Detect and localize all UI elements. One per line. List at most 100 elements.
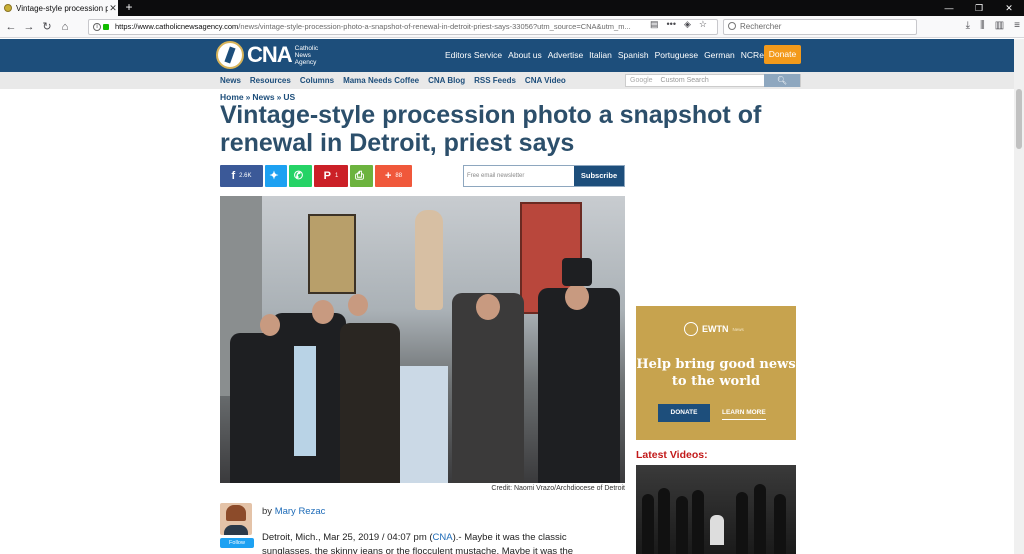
facebook-share-button[interactable]: f 2.6K <box>220 165 263 187</box>
secnav-cna-blog[interactable]: CNA Blog <box>428 76 465 85</box>
ewtn-logo: EWTN News <box>684 322 744 336</box>
url-bar[interactable]: i https://www.catholicnewsagency.com/new… <box>88 19 718 35</box>
logo-subtitle: Catholic News Agency <box>294 44 319 66</box>
facebook-icon: f <box>231 170 236 182</box>
more-share-count: 88 <box>395 173 403 179</box>
new-tab-icon[interactable]: + <box>122 0 136 16</box>
site-search-button[interactable]: 🔍︎ <box>764 74 800 87</box>
tab-bar: Vintage-style procession photo ✕ + — ❐ ✕ <box>0 0 1024 16</box>
sidebar-icon[interactable]: ▥ <box>995 20 1004 31</box>
navigation-bar: ← → ↻ ⌂ i https://www.catholicnewsagency… <box>0 16 1024 38</box>
site-info-icon[interactable]: i <box>93 23 101 31</box>
dateline: Detroit, Mich., Mar 25, 2019 / 04:07 pm … <box>262 532 433 543</box>
reload-icon[interactable]: ↻ <box>40 20 54 34</box>
site-header: CNA Catholic News Agency Editors Service… <box>0 39 1014 72</box>
nav-italian[interactable]: Italian <box>589 50 612 60</box>
reader-view-icon[interactable]: ▤ <box>650 19 659 30</box>
forward-icon[interactable]: → <box>22 20 36 34</box>
top-nav: Editors Service About us Advertise Itali… <box>445 50 785 60</box>
menu-icon[interactable]: ≡ <box>1014 20 1020 31</box>
twitter-follow-button[interactable]: Follow <box>220 538 254 548</box>
site-favicon-icon <box>4 4 12 12</box>
ewtn-logo-icon <box>684 322 698 336</box>
secnav-mama-needs-coffee[interactable]: Mama Needs Coffee <box>343 76 419 85</box>
section-nav: News Resources Columns Mama Needs Coffee… <box>0 72 1014 89</box>
bookmark-star-icon[interactable]: ☆ <box>699 19 707 30</box>
browser-tab[interactable]: Vintage-style procession photo ✕ <box>0 0 118 16</box>
url-actions: ▤ ••• ◈ ☆ <box>650 19 707 30</box>
secnav-news[interactable]: News <box>220 76 241 85</box>
cna-link[interactable]: CNA <box>433 532 453 543</box>
print-icon: ⎙ <box>355 170 364 182</box>
pinterest-share-button[interactable]: P1 <box>314 165 348 187</box>
ad-donate-button[interactable]: DONATE <box>658 404 710 422</box>
whatsapp-icon: ✆ <box>293 170 304 182</box>
nav-about-us[interactable]: About us <box>508 50 542 60</box>
browser-search-placeholder: Rechercher <box>740 22 782 31</box>
google-label: Google <box>630 77 653 84</box>
ad-brand-tag: News <box>732 326 744 332</box>
nav-german[interactable]: German <box>704 50 735 60</box>
facebook-count: 2.6K <box>239 173 252 179</box>
back-icon[interactable]: ← <box>4 20 18 34</box>
donate-button[interactable]: Donate <box>764 45 801 64</box>
author-link[interactable]: Mary Rezac <box>275 506 326 517</box>
nav-editors-service[interactable]: Editors Service <box>445 50 502 60</box>
library-icon[interactable]: ⫼ <box>980 20 985 31</box>
cna-logo-icon <box>216 41 244 69</box>
site-search-input[interactable]: Google Custom Search 🔍︎ <box>625 74 801 87</box>
video-thumbnail[interactable] <box>636 465 796 554</box>
nav-portuguese[interactable]: Portuguese <box>655 50 698 60</box>
print-button[interactable]: ⎙ <box>350 165 373 187</box>
plus-icon: + <box>384 170 392 182</box>
secnav-rss-feeds[interactable]: RSS Feeds <box>474 76 516 85</box>
search-icon <box>728 22 736 30</box>
share-bar: f 2.6K ✦ ✆ P1 ⎙ +88 <box>220 165 412 187</box>
nav-spanish[interactable]: Spanish <box>618 50 649 60</box>
newsletter-form: Free email newsletter Subscribe <box>463 165 625 187</box>
pocket-icon[interactable]: ◈ <box>684 19 691 30</box>
article-photo <box>220 196 625 483</box>
home-icon[interactable]: ⌂ <box>58 20 72 34</box>
article-body: Detroit, Mich., Mar 25, 2019 / 04:07 pm … <box>262 531 602 554</box>
ewtn-ad[interactable]: EWTN News Help bring good news to the wo… <box>636 306 796 440</box>
browser-search-input[interactable]: Rechercher <box>723 19 917 35</box>
whatsapp-share-button[interactable]: ✆ <box>289 165 312 187</box>
pinterest-count: 1 <box>335 173 339 179</box>
close-window-icon[interactable]: ✕ <box>994 0 1024 16</box>
byline-by: by <box>262 506 273 517</box>
author-avatar[interactable] <box>220 503 252 535</box>
twitter-share-button[interactable]: ✦ <box>265 165 287 187</box>
url-host: https://www.catholicnewsagency.com <box>115 22 239 31</box>
ad-learn-more-link[interactable]: LEARN MORE <box>722 404 766 420</box>
cna-logo[interactable]: CNA Catholic News Agency <box>216 41 327 69</box>
secnav-columns[interactable]: Columns <box>300 76 334 85</box>
newsletter-email-input[interactable]: Free email newsletter <box>464 166 574 186</box>
minimize-icon[interactable]: — <box>934 0 964 16</box>
secnav-cna-video[interactable]: CNA Video <box>525 76 566 85</box>
follow-label: Follow <box>229 540 245 546</box>
toolbar-right: ⤓ ⫼ ▥ ≡ <box>966 20 1020 31</box>
photo-credit: Credit: Naomi Vrazo/Archdiocese of Detro… <box>491 485 625 492</box>
window-controls: — ❐ ✕ <box>934 0 1024 16</box>
restore-icon[interactable]: ❐ <box>964 0 994 16</box>
tab-title: Vintage-style procession photo <box>16 3 108 13</box>
site-search-placeholder: Custom Search <box>660 77 709 84</box>
subscribe-button[interactable]: Subscribe <box>574 166 624 186</box>
pinterest-icon: P <box>323 170 331 182</box>
logo-text: CNA <box>247 42 293 67</box>
nav-advertise[interactable]: Advertise <box>548 50 583 60</box>
lock-icon <box>103 24 109 30</box>
latest-videos-heading: Latest Videos: <box>636 449 708 461</box>
page-scrollbar[interactable] <box>1014 39 1024 554</box>
downloads-icon[interactable]: ⤓ <box>966 20 970 31</box>
scrollbar-thumb[interactable] <box>1016 89 1022 149</box>
web-page: CNA Catholic News Agency Editors Service… <box>0 39 1014 554</box>
twitter-icon: ✦ <box>269 170 279 182</box>
secnav-resources[interactable]: Resources <box>250 76 291 85</box>
close-tab-icon[interactable]: ✕ <box>108 3 118 14</box>
ad-brand: EWTN <box>702 324 729 334</box>
page-actions-icon[interactable]: ••• <box>667 19 676 30</box>
ad-message: Help bring good news to the world <box>636 357 796 389</box>
more-share-button[interactable]: +88 <box>375 165 412 187</box>
